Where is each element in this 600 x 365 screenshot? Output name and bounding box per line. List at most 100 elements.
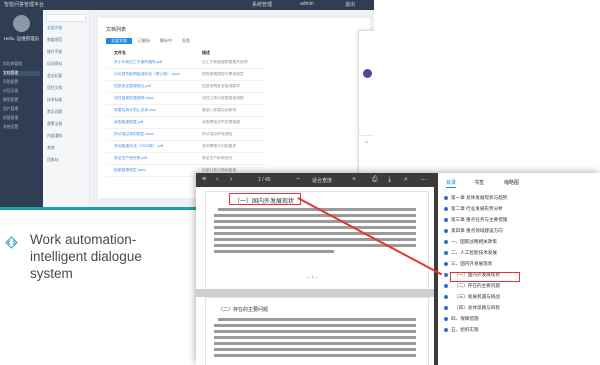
cell-filename[interactable]: 办公用品领用规定.docx bbox=[114, 132, 200, 137]
zoom-in-icon[interactable]: + bbox=[352, 176, 356, 183]
subnav-item[interactable]: 其他 bbox=[47, 146, 85, 151]
prev-page-icon[interactable]: ‹ bbox=[216, 176, 218, 183]
subnav-item[interactable]: 政策法规 bbox=[47, 122, 85, 127]
outline-item[interactable]: 二、人工智能技术发展 bbox=[451, 250, 497, 256]
sidebar-item[interactable]: 对话记录 bbox=[3, 89, 40, 94]
outline-bullet-icon bbox=[444, 207, 448, 211]
outline-highlight-box bbox=[450, 272, 520, 282]
cell-filename[interactable]: 安全生产责任制.pdf bbox=[114, 156, 200, 161]
tab-all[interactable]: 全部文档 bbox=[106, 38, 132, 44]
subnav-item[interactable]: 回收站 bbox=[47, 158, 85, 163]
outline-item[interactable]: 五、组织实施 bbox=[451, 327, 479, 333]
tab-parsed[interactable]: 已解析 bbox=[134, 38, 154, 44]
cell-description: 财务报销流程与审批规定 bbox=[202, 72, 244, 76]
outline-bullet-icon bbox=[444, 229, 448, 233]
cell-filename[interactable]: 项目管理实施细则.docx bbox=[114, 96, 200, 101]
outline-bullet-icon bbox=[444, 284, 448, 288]
search-icon[interactable]: ⌕ bbox=[404, 176, 408, 184]
logout-link[interactable]: 退出 bbox=[345, 1, 355, 8]
table-row[interactable]: 项目管理实施细则.docx 项目立项与验收管理流程 bbox=[106, 94, 266, 105]
outline-bullet-icon bbox=[444, 273, 448, 277]
avatar[interactable] bbox=[13, 15, 30, 32]
cell-description: 各部门年度培训安排 bbox=[202, 108, 237, 112]
outline-item[interactable]: 第二章 行业发展形势分析 bbox=[451, 206, 503, 212]
subnav-search-input[interactable] bbox=[46, 14, 86, 22]
outline-item[interactable]: （二）存在的主要问题 bbox=[454, 283, 500, 289]
table-row[interactable]: 关于印发员工手册的通知.pdf 员工手册管理制度相关说明 bbox=[106, 58, 266, 69]
print-icon[interactable]: ⎙ bbox=[372, 176, 378, 184]
subnav-item[interactable]: 制度规范 bbox=[47, 38, 85, 43]
cell-description: 采购审批及供应商管理 bbox=[202, 120, 240, 124]
subnav-item[interactable]: 全部文档 bbox=[47, 26, 85, 31]
sidebar-item[interactable]: 系统设置 bbox=[3, 125, 40, 130]
system-menu-link[interactable]: 系统管理 bbox=[252, 1, 272, 8]
outline-item[interactable]: （四）总体思路与目标 bbox=[454, 305, 500, 311]
chat-dialog: × ☺ 发送 bbox=[358, 30, 374, 184]
table-row[interactable]: 安全生产责任制.pdf 安全生产职责划分 bbox=[106, 154, 266, 165]
document-list-card: 文档列表 全部文档 已解析 解析中 失败 文件名 描述 关于印发员工手册的通知.… bbox=[98, 18, 370, 198]
subnav-item[interactable]: 项目文档 bbox=[47, 86, 85, 91]
cell-description: 信息系统安全管理要求 bbox=[202, 84, 240, 88]
zoom-select[interactable]: 适合宽度 bbox=[312, 177, 332, 184]
tab-bookmarks[interactable]: 书签 bbox=[474, 179, 484, 186]
emoji-icon[interactable]: ☺ bbox=[364, 139, 369, 145]
app-sidebar: Hello, 运维管理员 知识库管理 文档管理 问答配置 对话记录 模型配置 用户管理 权限… bbox=[0, 10, 43, 210]
outline-bullet-icon bbox=[444, 328, 448, 332]
cell-filename[interactable]: 公司财务报销管理办法（修订版）.docx bbox=[114, 72, 200, 77]
outline-bullet-icon bbox=[444, 196, 448, 200]
column-header-filename: 文件名 bbox=[114, 50, 126, 55]
table-row[interactable]: 合同管理办法（2023版）.pdf 合同审核与归档要求 bbox=[106, 142, 266, 153]
next-page-icon[interactable]: › bbox=[230, 176, 232, 183]
table-row[interactable]: 采购管理制度.pdf 采购审批及供应商管理 bbox=[106, 118, 266, 129]
more-icon[interactable]: ⋯ bbox=[420, 176, 427, 184]
pdf-page-1: （一）国内外发展现状 — 1 — bbox=[205, 191, 429, 291]
subnav-item[interactable]: 操作手册 bbox=[47, 50, 85, 55]
cell-filename[interactable]: 信息安全管理规范.pdf bbox=[114, 84, 200, 89]
table-row[interactable]: 办公用品领用规定.docx 办公用品申领流程 bbox=[106, 130, 266, 141]
sidebar-item[interactable]: 用户管理 bbox=[3, 107, 40, 112]
subnav-item[interactable]: 常见问题 bbox=[47, 110, 85, 115]
download-icon[interactable]: ⤓ bbox=[388, 176, 391, 184]
subnav-item[interactable]: 会议纪要 bbox=[47, 74, 85, 79]
subnav-item[interactable]: 培训资料 bbox=[47, 62, 85, 67]
outline-item[interactable]: 一、国家战略相关政策 bbox=[451, 239, 497, 245]
user-menu[interactable]: admin bbox=[300, 1, 314, 7]
table-row[interactable]: 信息安全管理规范.pdf 信息系统安全管理要求 bbox=[106, 82, 266, 93]
outline-bullet-icon bbox=[444, 306, 448, 310]
outline-item[interactable]: 第四章 重点领域建设方向 bbox=[451, 228, 503, 234]
table-row[interactable]: 公司财务报销管理办法（修订版）.docx 财务报销流程与审批规定 bbox=[106, 70, 266, 81]
outline-item[interactable]: 第一章 总体发展现状与趋势 bbox=[451, 195, 507, 201]
sidebar-item[interactable]: 问答配置 bbox=[3, 80, 40, 85]
column-header-description: 描述 bbox=[202, 50, 210, 55]
tab-outline[interactable]: 目录 bbox=[446, 179, 457, 188]
app-top-bar: 智能问答管理平台 系统管理 admin 退出 bbox=[0, 0, 374, 10]
sidebar-item[interactable]: 权限管理 bbox=[3, 116, 40, 121]
cell-filename[interactable]: 关于印发员工手册的通知.pdf bbox=[114, 60, 200, 65]
menu-icon[interactable]: ≡ bbox=[202, 176, 206, 183]
sidebar-item[interactable]: 文档管理 bbox=[3, 71, 40, 76]
sidebar-item[interactable]: 模型配置 bbox=[3, 98, 40, 103]
outline-item[interactable]: 四、保障措施 bbox=[451, 316, 479, 322]
subnav-item[interactable]: 技术标准 bbox=[47, 98, 85, 103]
cell-filename[interactable]: 年度培训计划汇总表.xlsx bbox=[114, 108, 200, 113]
card-title: 文档列表 bbox=[106, 27, 127, 33]
tab-failed[interactable]: 失败 bbox=[178, 38, 194, 44]
cell-filename[interactable]: 采购管理制度.pdf bbox=[114, 120, 200, 125]
outline-item[interactable]: 三、国内外发展现状 bbox=[451, 261, 492, 267]
outline-item[interactable]: （三）发展机遇与挑战 bbox=[454, 294, 500, 300]
cell-filename[interactable]: 档案管理规定.docx bbox=[114, 168, 200, 173]
tab-parsing[interactable]: 解析中 bbox=[156, 38, 176, 44]
zoom-out-icon[interactable]: − bbox=[296, 176, 300, 183]
cell-description: 安全生产职责划分 bbox=[202, 156, 233, 160]
subnav-item[interactable]: 内部通知 bbox=[47, 134, 85, 139]
table-row[interactable]: 年度培训计划汇总表.xlsx 各部门年度培训安排 bbox=[106, 106, 266, 117]
cell-description: 项目立项与验收管理流程 bbox=[202, 96, 244, 100]
cell-filename[interactable]: 合同管理办法（2023版）.pdf bbox=[114, 144, 200, 149]
outline-item[interactable]: 第三章 重点任务与主要措施 bbox=[451, 217, 507, 223]
outline-bullet-icon bbox=[444, 317, 448, 321]
sidebar-item[interactable]: 知识库管理 bbox=[3, 62, 40, 67]
tab-thumbnails[interactable]: 缩略图 bbox=[504, 179, 519, 186]
outline-bullet-icon bbox=[444, 251, 448, 255]
sub-navigation: 全部文档制度规范操作手册培训资料会议纪要项目文档技术标准常见问题政策法规内部通知… bbox=[43, 10, 90, 210]
app-title: 智能问答管理平台 bbox=[4, 2, 45, 8]
